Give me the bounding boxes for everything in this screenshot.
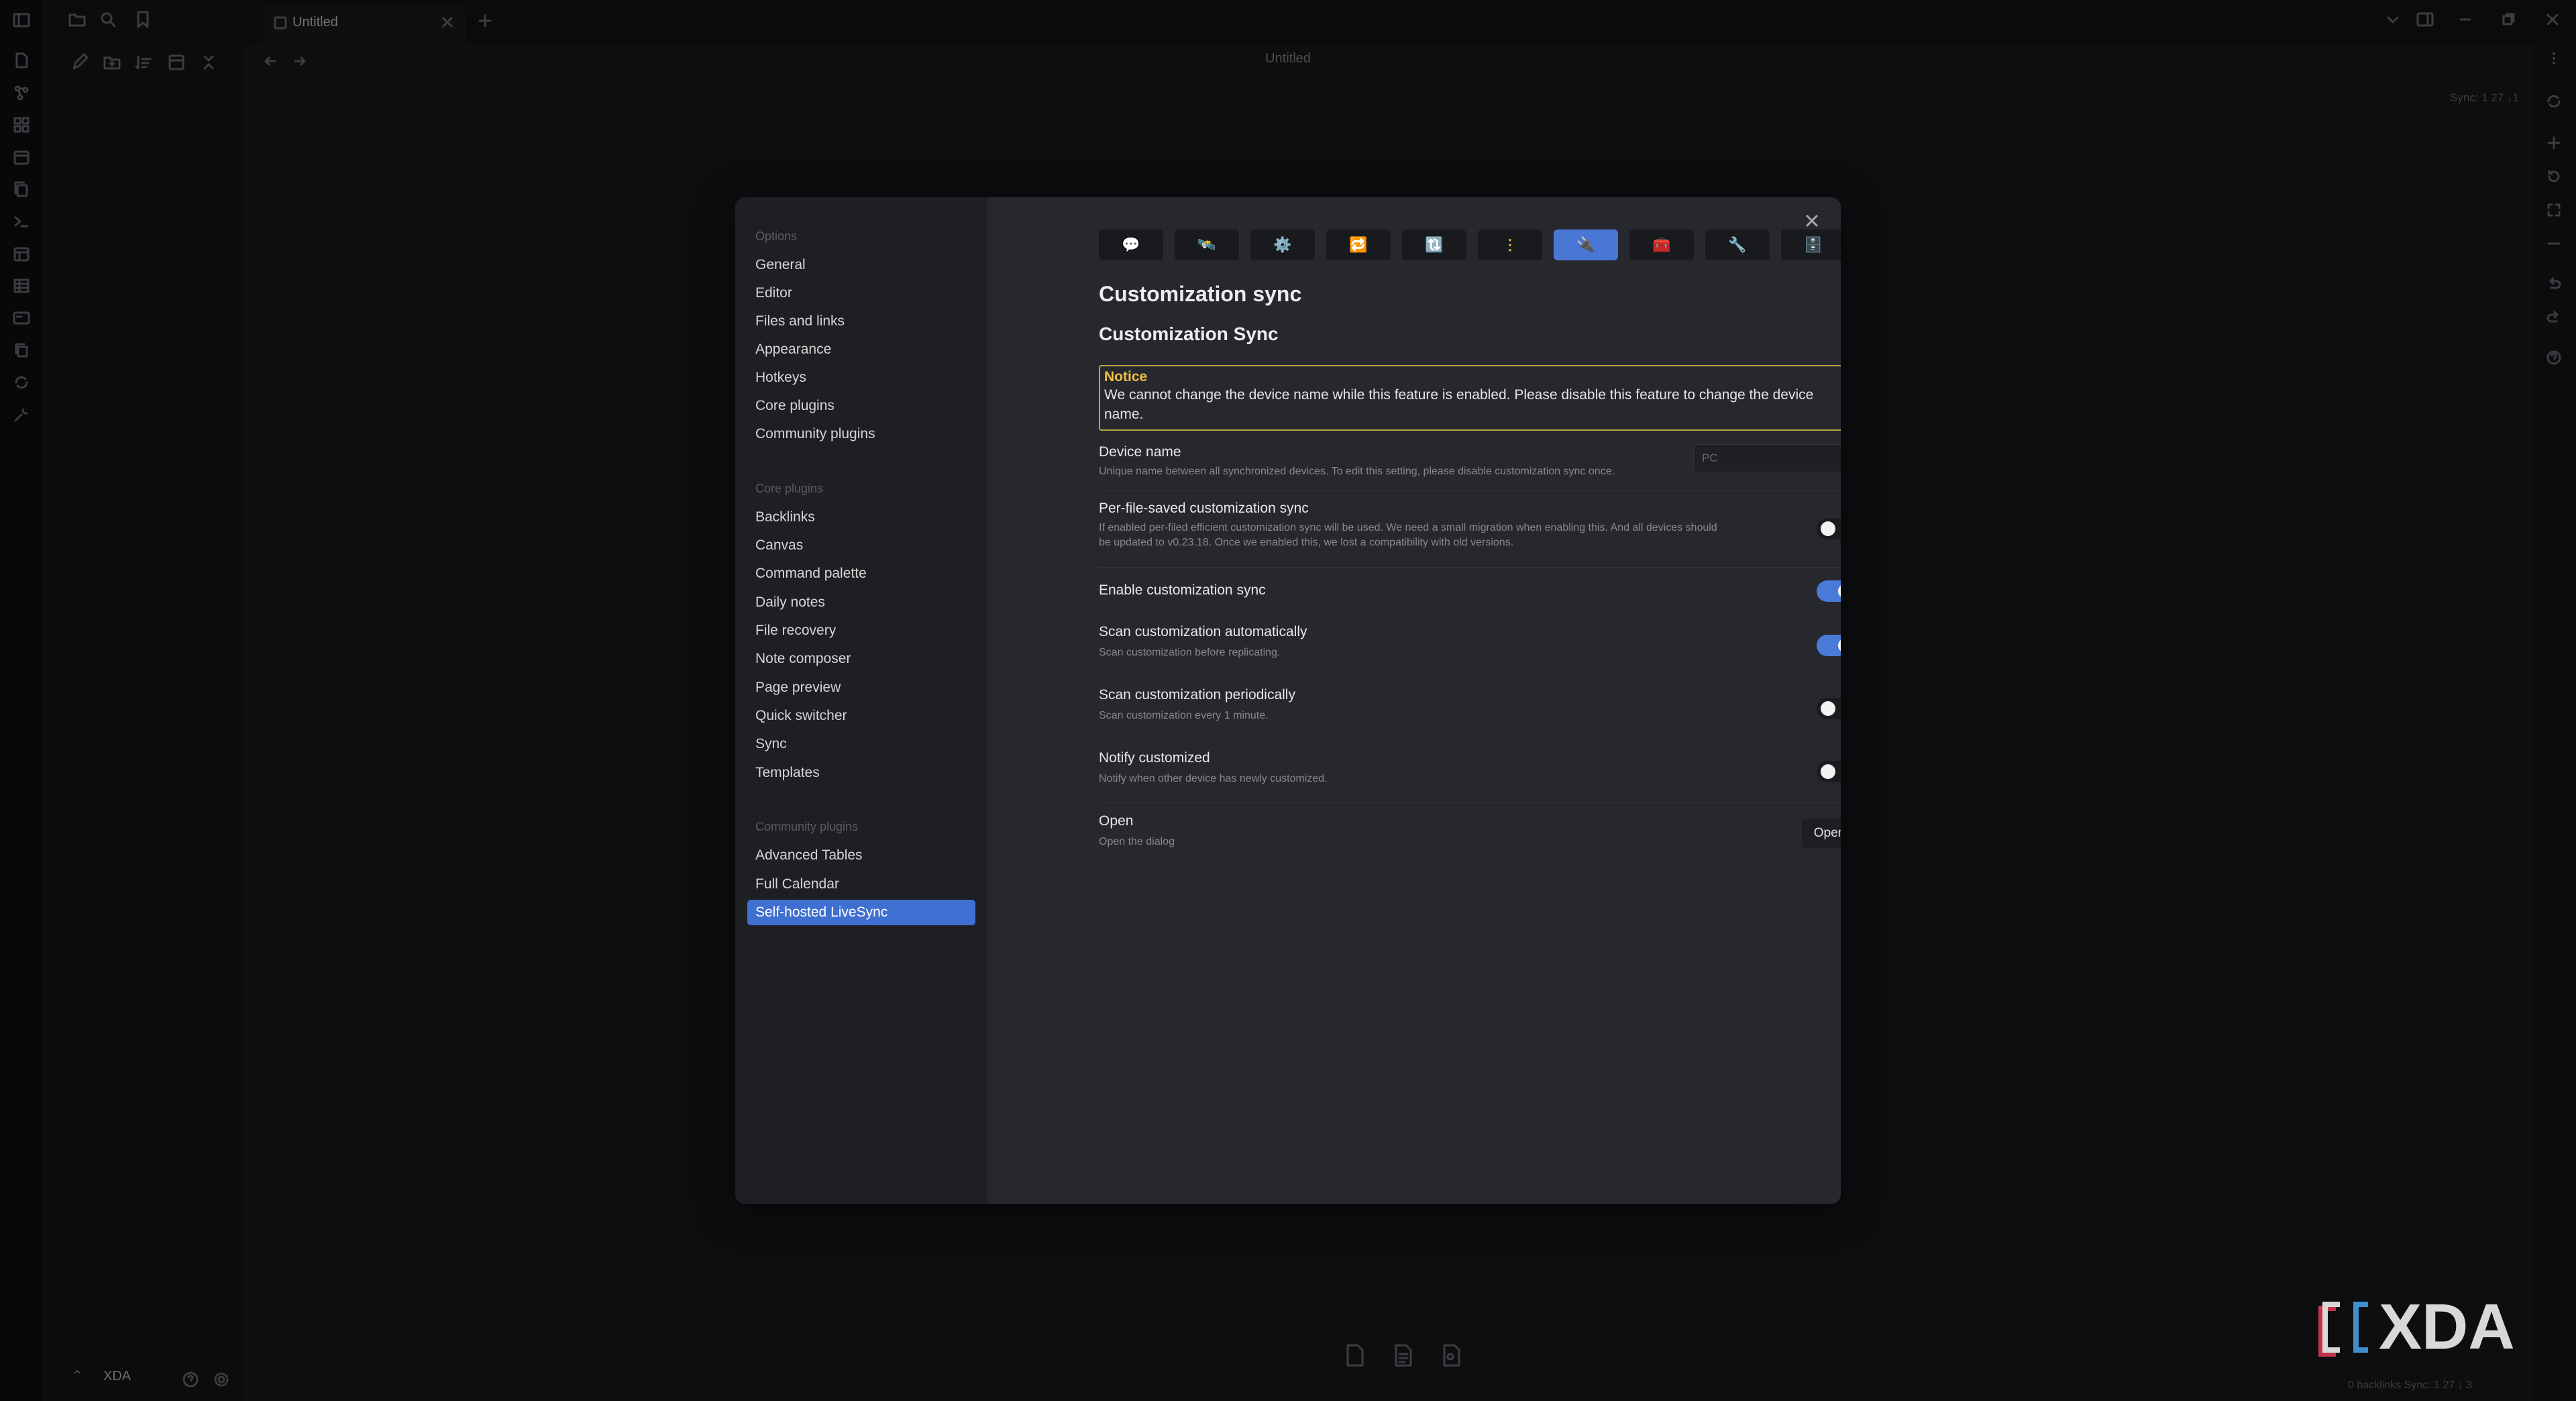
scan-periodically-toggle[interactable] xyxy=(1817,698,1841,719)
per-file-sync-toggle[interactable] xyxy=(1817,518,1841,539)
section-title: Customization Sync xyxy=(1099,323,1279,344)
tab-plug[interactable]: 🔌 xyxy=(1554,229,1618,260)
setting-label: Per-file-saved customization sync xyxy=(1099,501,1309,516)
nav-item-core-plugins[interactable]: Core plugins xyxy=(747,393,975,419)
nav-item-editor[interactable]: Editor xyxy=(747,280,975,306)
plug-icon: 🔌 xyxy=(1576,236,1595,253)
tab-toolbox[interactable]: 🧰 xyxy=(1629,229,1694,260)
chat-icon: 💬 xyxy=(1122,236,1140,253)
satellite-icon: 🛰️ xyxy=(1197,236,1216,253)
setting-label: Scan customization automatically xyxy=(1099,624,1307,639)
settings-nav: Options General Editor Files and links A… xyxy=(735,197,987,1204)
setting-per-file-sync: Per-file-saved customization sync If ena… xyxy=(1099,492,1841,568)
open-dialog-button[interactable]: Open xyxy=(1802,819,1841,848)
device-name-input[interactable]: PC xyxy=(1693,444,1841,472)
notice-box: Notice We cannot change the device name … xyxy=(1099,365,1841,431)
tab-refresh[interactable]: 🔃 xyxy=(1402,229,1466,260)
nav-item-file-recovery[interactable]: File recovery xyxy=(747,618,975,643)
setting-description: Scan customization every 1 minute. xyxy=(1099,710,1269,721)
setting-description-line2: be updated to v0.23.18. Once we enabled … xyxy=(1099,537,1514,548)
setting-label: Open xyxy=(1099,813,1134,829)
nav-item-note-composer[interactable]: Note composer xyxy=(747,646,975,672)
nav-section-community-plugins: Community plugins xyxy=(755,820,859,833)
tab-chat[interactable]: 💬 xyxy=(1099,229,1163,260)
nav-item-self-hosted-livesync[interactable]: Self-hosted LiveSync xyxy=(747,900,975,925)
setting-open-dialog: Open Open the dialog Open xyxy=(1099,804,1841,866)
setting-device-name: Device name Unique name between all sync… xyxy=(1099,436,1841,491)
notice-body: We cannot change the device name while t… xyxy=(1104,387,1814,422)
page-title: Customization sync xyxy=(1099,282,1302,306)
more-icon: ⋮ xyxy=(1503,236,1517,253)
nav-item-hotkeys[interactable]: Hotkeys xyxy=(747,365,975,391)
notify-customized-toggle[interactable] xyxy=(1817,761,1841,782)
setting-description: Unique name between all synchronized dev… xyxy=(1099,466,1615,477)
nav-item-templates[interactable]: Templates xyxy=(747,760,975,786)
toggle-knob xyxy=(1838,584,1841,599)
setting-label: Notify customized xyxy=(1099,750,1210,766)
settings-modal: Options General Editor Files and links A… xyxy=(735,197,1841,1204)
nav-section-core-plugins: Core plugins xyxy=(755,482,824,495)
setting-description: Notify when other device has newly custo… xyxy=(1099,773,1328,784)
nav-item-command-palette[interactable]: Command palette xyxy=(747,561,975,586)
nav-item-canvas[interactable]: Canvas xyxy=(747,533,975,558)
enable-customization-sync-toggle[interactable] xyxy=(1817,580,1841,602)
nav-item-sync[interactable]: Sync xyxy=(747,731,975,757)
toggle-knob xyxy=(1821,521,1835,536)
nav-item-community-plugins[interactable]: Community plugins xyxy=(747,421,975,447)
nav-item-backlinks[interactable]: Backlinks xyxy=(747,505,975,530)
nav-item-advanced-tables[interactable]: Advanced Tables xyxy=(747,843,975,868)
setting-label: Device name xyxy=(1099,444,1181,460)
toggle-knob xyxy=(1821,764,1835,779)
toggle-knob xyxy=(1821,701,1835,716)
database-icon: 🗄️ xyxy=(1804,236,1823,253)
nav-item-appearance[interactable]: Appearance xyxy=(747,337,975,362)
xda-logo: XDA xyxy=(2318,1296,2515,1363)
refresh-icon: 🔃 xyxy=(1425,236,1444,253)
nav-item-files-and-links[interactable]: Files and links xyxy=(747,309,975,334)
toolbox-icon: 🧰 xyxy=(1652,236,1671,253)
setting-description: Scan customization before replicating. xyxy=(1099,647,1281,658)
setting-scan-periodically: Scan customization periodically Scan cus… xyxy=(1099,678,1841,739)
tab-satellite[interactable]: 🛰️ xyxy=(1175,229,1239,260)
sync-icon: 🔁 xyxy=(1349,236,1368,253)
tab-sync[interactable]: 🔁 xyxy=(1326,229,1391,260)
setting-description-line1: If enabled per-filed efficient customiza… xyxy=(1099,522,1717,533)
setting-label: Enable customization sync xyxy=(1099,582,1266,598)
nav-item-full-calendar[interactable]: Full Calendar xyxy=(747,872,975,897)
setting-description: Open the dialog xyxy=(1099,836,1175,847)
setting-enable-customization-sync: Enable customization sync xyxy=(1099,569,1841,613)
tab-database[interactable]: 🗄️ xyxy=(1781,229,1841,260)
nav-item-general[interactable]: General xyxy=(747,252,975,278)
nav-item-quick-switcher[interactable]: Quick switcher xyxy=(747,703,975,729)
nav-section-options: Options xyxy=(755,229,798,243)
xda-logo-text: XDA xyxy=(2379,1296,2515,1363)
tab-wrench[interactable]: 🔧 xyxy=(1705,229,1770,260)
tab-gear[interactable]: ⚙️ xyxy=(1250,229,1315,260)
tab-more[interactable]: ⋮ xyxy=(1478,229,1542,260)
plugin-settings-content: 💬 🛰️ ⚙️ 🔁 🔃 ⋮ 🔌 🧰 🔧 🗄️ Customization syn… xyxy=(987,197,1841,1204)
setting-notify-customized: Notify customized Notify when other devi… xyxy=(1099,741,1841,802)
toggle-knob xyxy=(1838,638,1841,653)
notice-title: Notice xyxy=(1104,369,1148,384)
nav-item-page-preview[interactable]: Page preview xyxy=(747,675,975,701)
wrench-icon: 🔧 xyxy=(1728,236,1747,253)
gear-icon: ⚙️ xyxy=(1273,236,1292,253)
setting-scan-automatically: Scan customization automatically Scan cu… xyxy=(1099,615,1841,676)
scan-automatically-toggle[interactable] xyxy=(1817,635,1841,656)
setting-label: Scan customization periodically xyxy=(1099,687,1295,703)
nav-item-daily-notes[interactable]: Daily notes xyxy=(747,590,975,615)
